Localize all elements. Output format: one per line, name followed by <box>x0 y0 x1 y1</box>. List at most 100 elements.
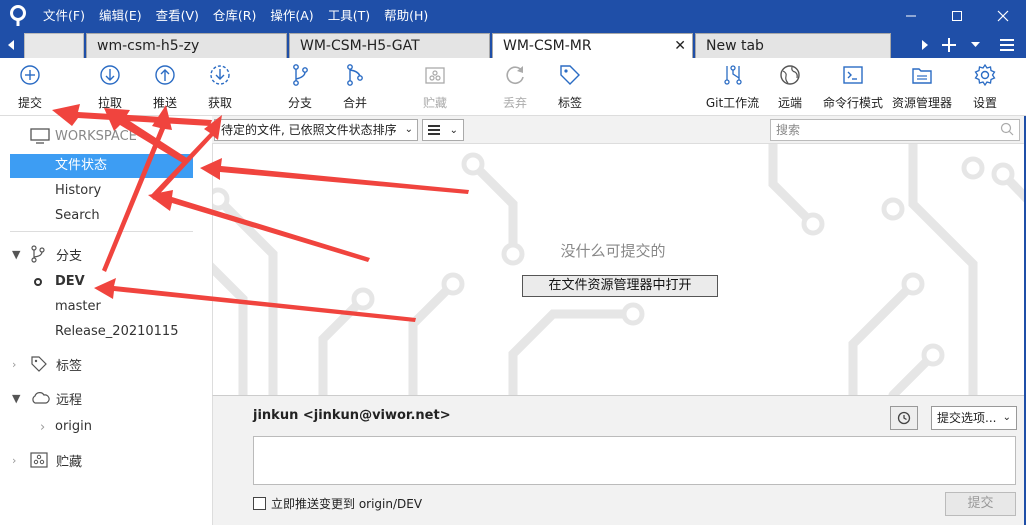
commit-history-button[interactable] <box>890 406 918 430</box>
tab-list-dropdown[interactable] <box>962 31 988 58</box>
chevron-down-icon: ⌄ <box>404 124 413 135</box>
tab-scroll-right-button[interactable] <box>914 31 936 58</box>
menu-view[interactable]: 查看(V) <box>149 0 206 31</box>
branch-item-master[interactable]: master <box>55 299 101 314</box>
menu-edit[interactable]: 编辑(E) <box>92 0 149 31</box>
current-branch-indicator-icon <box>34 278 42 286</box>
sidebar-item-file-status[interactable]: 文件状态 <box>10 154 193 178</box>
chevron-down-icon <box>970 41 980 47</box>
minimize-button[interactable] <box>888 0 934 31</box>
terminal-button[interactable]: 命令行模式 <box>822 62 884 112</box>
tag-icon <box>30 355 52 373</box>
remote-label: 远端 <box>777 96 802 110</box>
remotes-label: 远程 <box>56 392 83 408</box>
push-immediately-label: 立即推送变更到 origin/DEV <box>271 497 423 511</box>
commit-message-input[interactable] <box>253 436 1016 485</box>
commit-options-dropdown[interactable]: 提交选项... ⌄ <box>931 406 1017 430</box>
branch-button[interactable]: 分支 <box>275 62 325 112</box>
tab-scroll-left-button[interactable] <box>0 31 22 58</box>
push-button[interactable]: 推送 <box>140 62 190 112</box>
tab-wm-csm-mr[interactable]: WM-CSM-MR ✕ <box>492 33 693 58</box>
stash-label: 贮藏 <box>422 96 447 110</box>
merge-icon <box>347 64 363 86</box>
sidebar-item-history[interactable]: History <box>10 179 193 203</box>
title-bar: 文件(F) 编辑(E) 查看(V) 仓库(R) 操作(A) 工具(T) 帮助(H… <box>0 0 1026 31</box>
file-sort-dropdown[interactable]: 待定的文件, 已依照文件状态排序 ⌄ <box>214 119 418 141</box>
nothing-to-commit-text: 没什么可提交的 <box>560 242 666 260</box>
search-placeholder: 搜索 <box>776 123 801 137</box>
workspace-label: WORKSPACE <box>55 128 137 144</box>
tab-wm-csm-h5-gat[interactable]: WM-CSM-H5-GAT <box>289 33 490 58</box>
maximize-button[interactable] <box>934 0 980 31</box>
settings-label: 设置 <box>972 96 997 110</box>
tab-bar: wm-csm-h5-zy WM-CSM-H5-GAT WM-CSM-MR ✕ N… <box>0 31 1026 58</box>
staging-area: 没什么可提交的 在文件资源管理器中打开 <box>212 144 1026 395</box>
search-input[interactable]: 搜索 <box>770 119 1020 141</box>
new-tab-button[interactable] <box>936 31 962 58</box>
tag-icon <box>560 65 580 85</box>
search-icon <box>1000 122 1014 136</box>
push-label: 推送 <box>152 96 177 110</box>
list-view-icon <box>428 125 440 135</box>
gitflow-label: Git工作流 <box>705 96 760 110</box>
tag-label: 标签 <box>557 96 582 110</box>
remote-button[interactable]: 远端 <box>765 62 815 112</box>
menu-actions[interactable]: 操作(A) <box>263 0 320 31</box>
gitflow-button[interactable]: Git工作流 <box>705 62 760 112</box>
chevron-right-icon[interactable]: › <box>40 420 45 435</box>
close-icon <box>997 10 1009 21</box>
circuit-background-pattern <box>213 144 1026 395</box>
menu-repository[interactable]: 仓库(R) <box>206 0 263 31</box>
menu-help[interactable]: 帮助(H) <box>377 0 435 31</box>
explorer-button[interactable]: 资源管理器 <box>890 62 954 112</box>
stash-icon <box>30 452 52 468</box>
merge-button[interactable]: 合并 <box>330 62 380 112</box>
settings-button[interactable]: 设置 <box>960 62 1010 112</box>
tab-partial[interactable] <box>24 33 84 58</box>
branch-icon <box>293 64 308 86</box>
sidebar-item-search[interactable]: Search <box>10 204 193 228</box>
tags-label: 标签 <box>56 358 83 374</box>
pull-button[interactable]: 拉取 <box>85 62 135 112</box>
branch-item-release[interactable]: Release_20210115 <box>55 324 178 339</box>
push-immediately-checkbox[interactable]: 立即推送变更到 origin/DEV <box>253 495 422 512</box>
discard-button[interactable]: 丢弃 <box>490 62 540 112</box>
menu-tools[interactable]: 工具(T) <box>321 0 377 31</box>
explorer-label: 资源管理器 <box>891 96 952 110</box>
discard-label: 丢弃 <box>502 96 527 110</box>
file-sort-label: 待定的文件, 已依照文件状态排序 <box>221 123 397 137</box>
stashes-group[interactable]: › 贮藏 <box>12 449 82 471</box>
commit-button[interactable]: 提交 <box>5 62 55 112</box>
view-mode-dropdown[interactable]: ⌄ <box>422 119 464 141</box>
file-filter-bar: 待定的文件, 已依照文件状态排序 ⌄ ⌄ 搜索 <box>212 116 1026 144</box>
remotes-group[interactable]: ▼ 远程 <box>12 387 82 409</box>
tag-button[interactable]: 标签 <box>545 62 595 112</box>
pull-arrow-down-icon <box>100 65 120 85</box>
checkbox-icon <box>253 497 266 510</box>
hamburger-menu-button[interactable] <box>988 31 1026 58</box>
commit-submit-button[interactable]: 提交 <box>945 492 1016 516</box>
tab-wm-csm-h5-zy[interactable]: wm-csm-h5-zy <box>86 33 287 58</box>
close-window-button[interactable] <box>980 0 1026 31</box>
menu-file[interactable]: 文件(F) <box>36 0 92 31</box>
open-in-explorer-button[interactable]: 在文件资源管理器中打开 <box>522 275 718 297</box>
branches-group[interactable]: ▼ 分支 <box>12 243 82 265</box>
commit-options-label: 提交选项... <box>937 411 997 425</box>
merge-label: 合并 <box>342 96 367 110</box>
sidebar-divider <box>10 231 193 232</box>
cloud-icon <box>30 391 52 405</box>
globe-icon <box>780 65 800 85</box>
remote-item-origin[interactable]: origin <box>55 419 92 434</box>
chevron-left-icon <box>8 39 14 50</box>
tags-group[interactable]: › 标签 <box>12 353 82 375</box>
tab-label: wm-csm-h5-zy <box>97 38 200 54</box>
tab-close-icon[interactable]: ✕ <box>674 38 686 54</box>
minimize-icon <box>906 15 916 16</box>
stash-button[interactable]: 贮藏 <box>410 62 460 112</box>
discard-icon <box>506 66 524 84</box>
branch-item-dev[interactable]: DEV <box>55 274 85 289</box>
fetch-button[interactable]: 获取 <box>195 62 245 112</box>
tab-new-tab[interactable]: New tab <box>695 33 891 58</box>
stash-icon <box>425 67 445 84</box>
branch-icon <box>30 245 52 263</box>
